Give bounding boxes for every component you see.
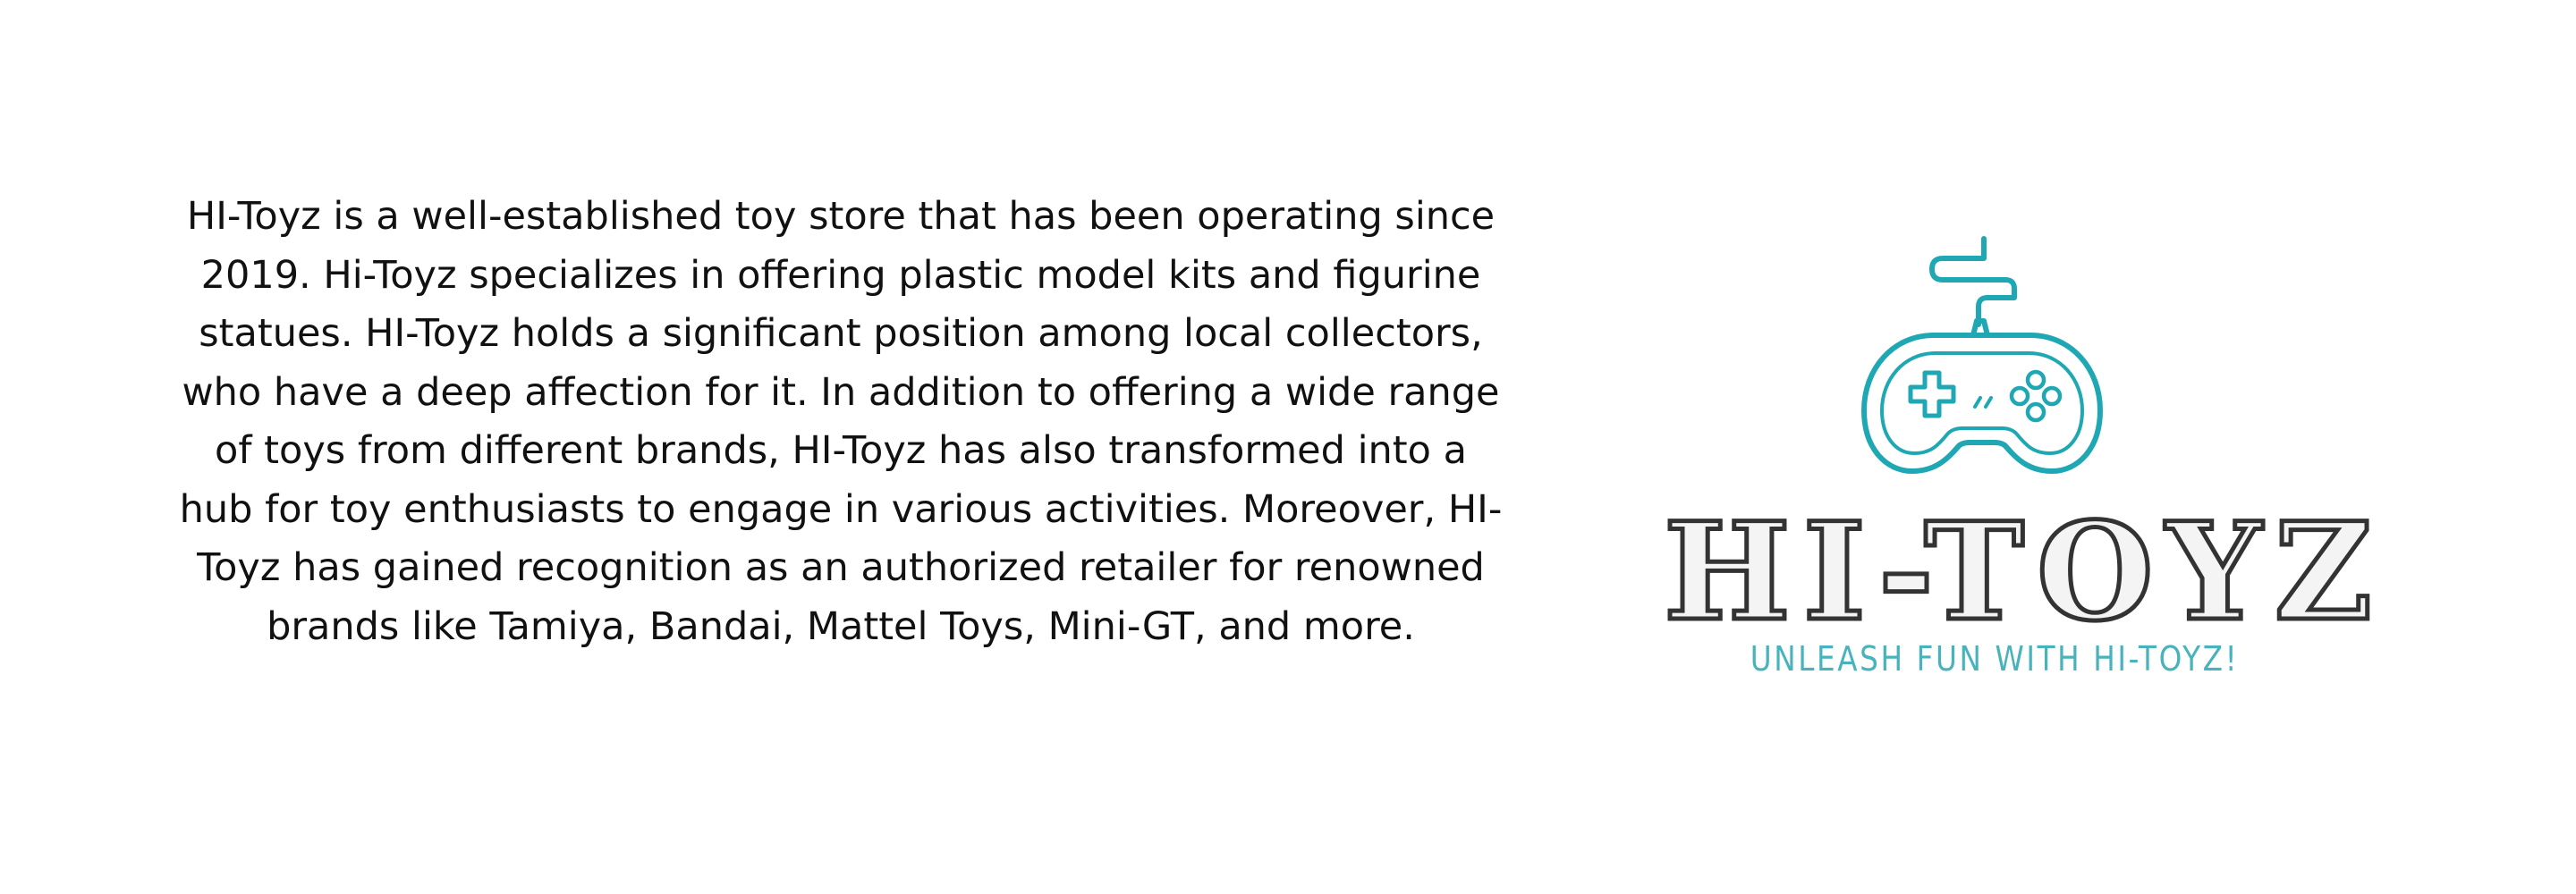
- brand-tagline: UNLEASH FUN WITH HI-TOYZ!: [1750, 639, 2240, 679]
- brand-wordmark: HI-TOYZ: [1662, 493, 2385, 651]
- brand-logo: HI-TOYZ UNLEASH FUN WITH HI-TOYZ!: [1662, 228, 2385, 693]
- about-paragraph: HI-Toyz is a well-established toy store …: [179, 194, 1503, 649]
- game-controller-icon: [1861, 236, 2103, 474]
